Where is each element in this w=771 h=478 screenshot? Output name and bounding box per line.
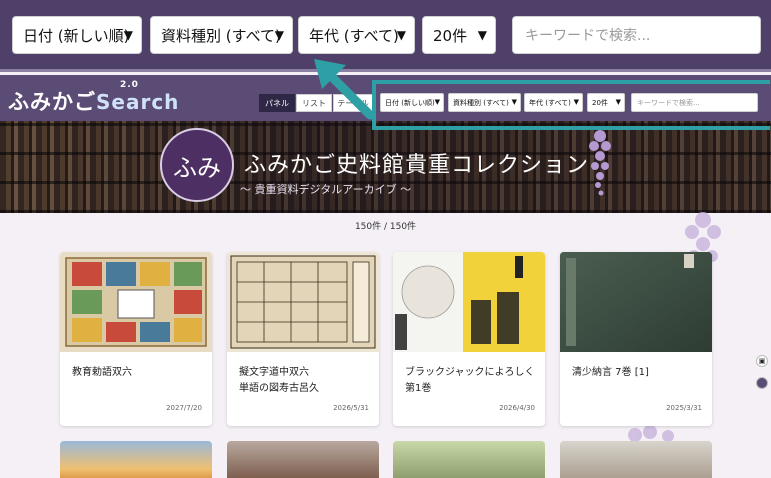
logo-text: ふみかご xyxy=(8,90,96,114)
card-thumbnail xyxy=(60,252,212,352)
card-title: 擬文字道中双六 単語の図寿古呂久 xyxy=(239,367,319,394)
fumikago-seal-logo: ふみ xyxy=(160,128,234,202)
card-thumbnail xyxy=(227,252,379,352)
seal-text: ふみ xyxy=(173,153,221,182)
globe-icon[interactable] xyxy=(756,377,768,389)
collection-card-thumbnail[interactable] xyxy=(393,441,545,478)
search-placeholder: キーワードで検索... xyxy=(525,28,651,44)
hero-subtitle: 〜 貴重資料デジタルアーカイブ 〜 xyxy=(240,183,412,196)
hero-banner: ふみ ふみかご史料館貴重コレクション 〜 貴重資料デジタルアーカイブ 〜 xyxy=(0,121,771,213)
collection-card[interactable]: 擬文字道中双六 単語の図寿古呂久 2026/5/31 xyxy=(227,252,379,426)
chevron-down-icon: ▼ xyxy=(123,28,133,42)
card-date: 2025/3/31 xyxy=(666,404,702,412)
search-input-zoomed[interactable]: キーワードで検索... xyxy=(512,16,761,54)
chevron-down-icon: ▼ xyxy=(274,28,284,42)
card-date: 2027/7/20 xyxy=(166,404,202,412)
card-date: 2026/4/30 xyxy=(499,404,535,412)
card-date: 2026/5/31 xyxy=(333,404,369,412)
count-select-zoomed[interactable]: 20件 ▼ xyxy=(422,16,496,54)
card-title: ブラックジャックによろしく 第1巻 xyxy=(405,367,535,394)
collection-card[interactable]: 教育勅語双六 2027/7/20 xyxy=(60,252,212,426)
chevron-down-icon: ▼ xyxy=(396,28,406,42)
logo-version: 2.0 xyxy=(120,80,139,90)
era-select-zoomed[interactable]: 年代 (すべて) ▼ xyxy=(298,16,415,54)
chevron-down-icon: ▼ xyxy=(477,28,487,42)
collection-card-thumbnail[interactable] xyxy=(227,441,379,478)
logo-search-text: Search xyxy=(96,90,180,114)
card-thumbnail xyxy=(393,252,545,352)
view-panel-button[interactable]: パネル xyxy=(259,94,295,112)
card-thumbnail xyxy=(560,252,712,352)
collection-card[interactable]: ブラックジャックによろしく 第1巻 2026/4/30 xyxy=(393,252,545,426)
sort-select-value: 日付 (新しい順) xyxy=(23,26,130,45)
collection-card-thumbnail[interactable] xyxy=(560,441,712,478)
collection-card[interactable]: 清少納言 7巻 [1] 2025/3/31 xyxy=(560,252,712,426)
toolbar-highlight-frame xyxy=(372,80,770,130)
sort-select-zoomed[interactable]: 日付 (新しい順) ▼ xyxy=(12,16,142,54)
type-select-zoomed[interactable]: 資料種別 (すべて) ▼ xyxy=(150,16,293,54)
era-select-value: 年代 (すべて) xyxy=(309,26,399,45)
count-select-value: 20件 xyxy=(433,26,468,45)
site-logo[interactable]: ふみかごSearch 2.0 xyxy=(8,80,180,116)
hero-title: ふみかご史料館貴重コレクション xyxy=(244,153,590,178)
book-icon[interactable]: ▣ xyxy=(756,355,768,367)
card-title: 清少納言 7巻 [1] xyxy=(572,367,649,378)
wisteria-icon xyxy=(589,130,611,196)
card-title: 教育勅語双六 xyxy=(72,367,132,378)
result-count: 150件 / 150件 xyxy=(354,222,417,232)
collection-card-thumbnail[interactable] xyxy=(60,441,212,478)
type-select-value: 資料種別 (すべて) xyxy=(161,26,281,45)
